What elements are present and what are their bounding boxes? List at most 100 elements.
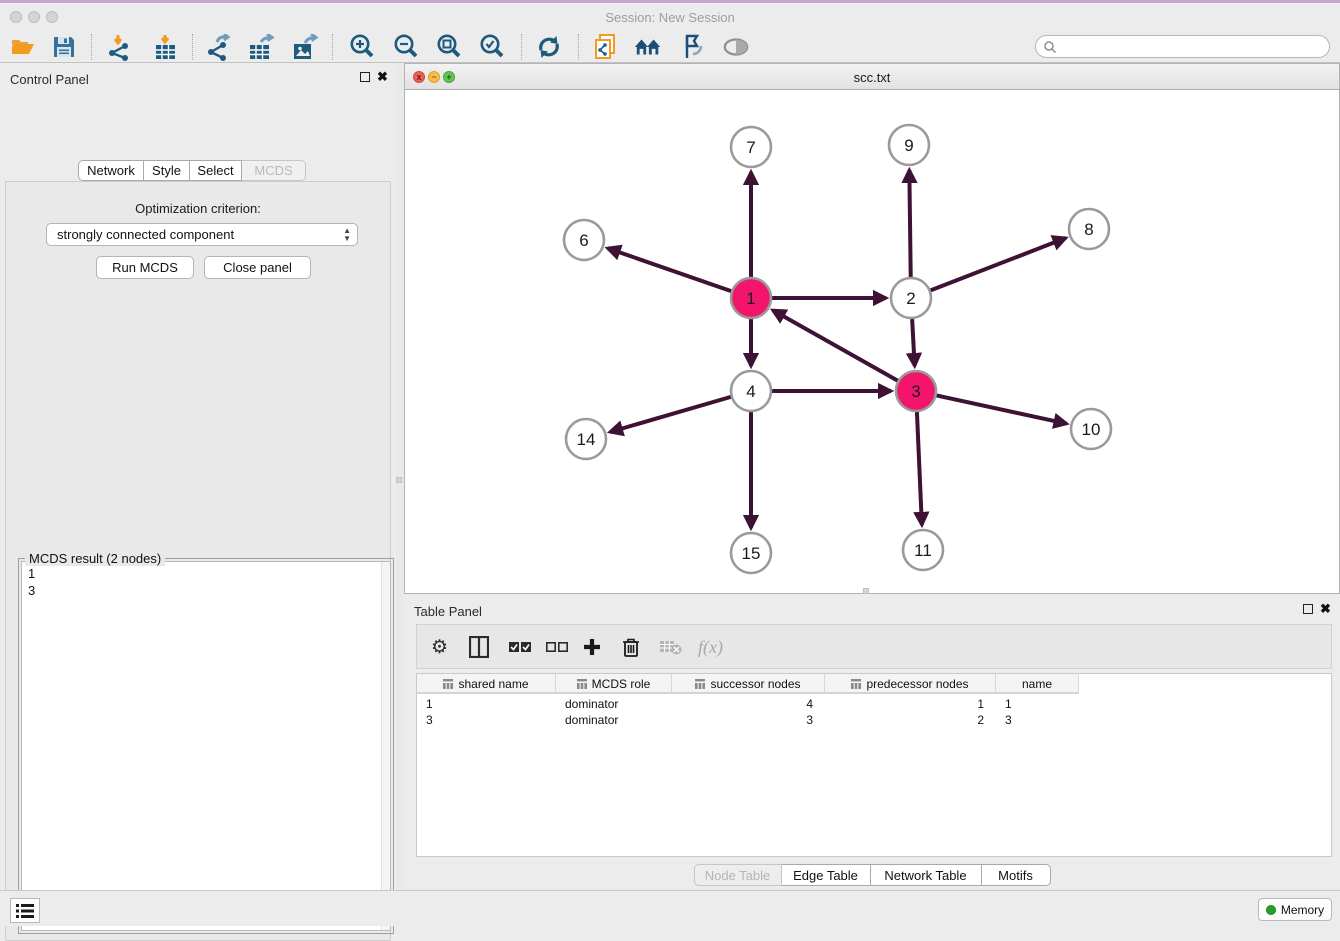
cell-shared-name[interactable]: 1 xyxy=(417,696,556,712)
tab-select[interactable]: Select xyxy=(190,160,242,181)
edge-2-3[interactable] xyxy=(912,319,915,366)
tab-network[interactable]: Network xyxy=(78,160,144,181)
node-3[interactable]: 3 xyxy=(896,371,936,411)
table-tabs: Node TableEdge TableNetwork TableMotifs xyxy=(404,864,1340,886)
edge-2-9[interactable] xyxy=(909,170,910,277)
cell-shared-name[interactable]: 3 xyxy=(417,712,556,728)
column-header-successor-nodes[interactable]: successor nodes xyxy=(672,674,825,694)
eye-icon[interactable] xyxy=(722,33,750,61)
edge-4-14[interactable] xyxy=(610,397,731,432)
edge-3-1[interactable] xyxy=(773,310,898,380)
edge-1-6[interactable] xyxy=(608,248,732,291)
column-header-shared-name[interactable]: shared name xyxy=(417,674,556,694)
horizontal-splitter[interactable] xyxy=(863,588,869,594)
node-10[interactable]: 10 xyxy=(1071,409,1111,449)
tab-motifs[interactable]: Motifs xyxy=(982,864,1051,886)
tab-mcds[interactable]: MCDS xyxy=(242,160,306,181)
export-network-icon[interactable] xyxy=(204,33,232,61)
node-15[interactable]: 15 xyxy=(731,533,771,573)
tab-network-table[interactable]: Network Table xyxy=(871,864,982,886)
cell-predecessor-nodes[interactable]: 2 xyxy=(825,712,996,728)
add-column-icon[interactable] xyxy=(583,633,601,661)
cell-name[interactable]: 3 xyxy=(996,712,1079,728)
task-history-button[interactable] xyxy=(10,898,40,923)
edge-3-10[interactable] xyxy=(937,395,1067,423)
sort-icon xyxy=(695,679,705,689)
node-4[interactable]: 4 xyxy=(731,371,771,411)
memory-status-icon xyxy=(1266,905,1276,915)
hide-panels-icon[interactable] xyxy=(678,33,706,61)
cell-successor-nodes[interactable]: 3 xyxy=(672,712,825,728)
delete-column-icon[interactable] xyxy=(622,633,640,661)
refresh-icon[interactable] xyxy=(535,33,563,61)
node-2[interactable]: 2 xyxy=(891,278,931,318)
run-mcds-button[interactable]: Run MCDS xyxy=(96,256,194,279)
tab-edge-table[interactable]: Edge Table xyxy=(782,864,871,886)
node-14[interactable]: 14 xyxy=(566,419,606,459)
tab-style[interactable]: Style xyxy=(144,160,190,181)
network-window-titlebar[interactable]: x − + scc.txt xyxy=(405,64,1339,90)
node-11[interactable]: 11 xyxy=(903,530,943,570)
close-panel-button[interactable]: Close panel xyxy=(204,256,311,279)
sort-icon xyxy=(577,679,587,689)
edge-2-8[interactable] xyxy=(931,238,1066,290)
select-all-icon[interactable] xyxy=(509,633,531,661)
cell-successor-nodes[interactable]: 4 xyxy=(672,696,825,712)
node-9[interactable]: 9 xyxy=(889,125,929,165)
import-network-icon[interactable] xyxy=(104,33,132,61)
node-6[interactable]: 6 xyxy=(564,220,604,260)
gear-icon[interactable]: ⚙ xyxy=(431,633,448,661)
save-session-icon[interactable] xyxy=(50,33,78,61)
svg-text:10: 10 xyxy=(1082,420,1101,439)
column-header-name[interactable]: name xyxy=(996,674,1079,694)
close-table-panel-icon[interactable]: ✖ xyxy=(1320,601,1331,617)
cell-predecessor-nodes[interactable]: 1 xyxy=(825,696,996,712)
zoom-out-icon[interactable] xyxy=(392,33,420,61)
cell-name[interactable]: 1 xyxy=(996,696,1079,712)
memory-button[interactable]: Memory xyxy=(1258,898,1332,921)
dropdown-stepper-icon: ▲▼ xyxy=(343,227,351,243)
export-table-icon[interactable] xyxy=(247,33,275,61)
cell-MCDS-role[interactable]: dominator xyxy=(556,696,672,712)
mcds-result-group: 13 MCDS result (2 nodes) xyxy=(18,558,394,934)
zoom-fit-icon[interactable] xyxy=(435,33,463,61)
table-row[interactable]: 3dominator323 xyxy=(417,712,1079,728)
column-header-MCDS-role[interactable]: MCDS role xyxy=(556,674,672,694)
node-7[interactable]: 7 xyxy=(731,127,771,167)
search-input[interactable] xyxy=(1060,37,1320,56)
open-session-icon[interactable] xyxy=(9,33,37,61)
window-title: Session: New Session xyxy=(0,10,1340,25)
edge-3-11[interactable] xyxy=(917,412,922,525)
table-row[interactable]: 1dominator411 xyxy=(417,696,1079,712)
result-scrollbar[interactable] xyxy=(381,562,390,930)
node-1[interactable]: 1 xyxy=(731,278,771,318)
home-icon[interactable] xyxy=(634,33,662,61)
deselect-all-icon[interactable] xyxy=(546,633,568,661)
float-panel-icon[interactable] xyxy=(360,72,370,82)
memory-label: Memory xyxy=(1281,903,1324,917)
sort-icon xyxy=(851,679,861,689)
float-table-panel-icon[interactable] xyxy=(1303,604,1313,614)
mcds-result-title: MCDS result (2 nodes) xyxy=(25,551,165,566)
columns-icon[interactable] xyxy=(469,633,489,661)
table-header-row: shared nameMCDS rolesuccessor nodesprede… xyxy=(417,674,1079,694)
svg-text:8: 8 xyxy=(1084,220,1093,239)
zoom-selected-icon[interactable] xyxy=(478,33,506,61)
node-8[interactable]: 8 xyxy=(1069,209,1109,249)
delete-table-icon[interactable] xyxy=(660,633,682,661)
export-image-icon[interactable] xyxy=(291,33,319,61)
function-builder-icon[interactable]: f(x) xyxy=(698,633,723,661)
vertical-splitter[interactable] xyxy=(396,63,404,890)
column-header-predecessor-nodes[interactable]: predecessor nodes xyxy=(825,674,996,694)
network-canvas[interactable]: 7 9 6 8 1 2 4 3 14 10 15 11 xyxy=(405,91,1339,594)
svg-text:9: 9 xyxy=(904,136,913,155)
tab-node-table[interactable]: Node Table xyxy=(694,864,782,886)
table-panel-title: Table Panel xyxy=(414,604,482,619)
cell-MCDS-role[interactable]: dominator xyxy=(556,712,672,728)
clone-network-icon[interactable] xyxy=(591,33,619,61)
import-table-icon[interactable] xyxy=(151,33,179,61)
mcds-panel: Optimization criterion: strongly connect… xyxy=(5,181,391,941)
zoom-in-icon[interactable] xyxy=(348,33,376,61)
close-panel-icon[interactable]: ✖ xyxy=(377,69,388,85)
criterion-dropdown[interactable]: strongly connected component ▲▼ xyxy=(46,223,358,246)
